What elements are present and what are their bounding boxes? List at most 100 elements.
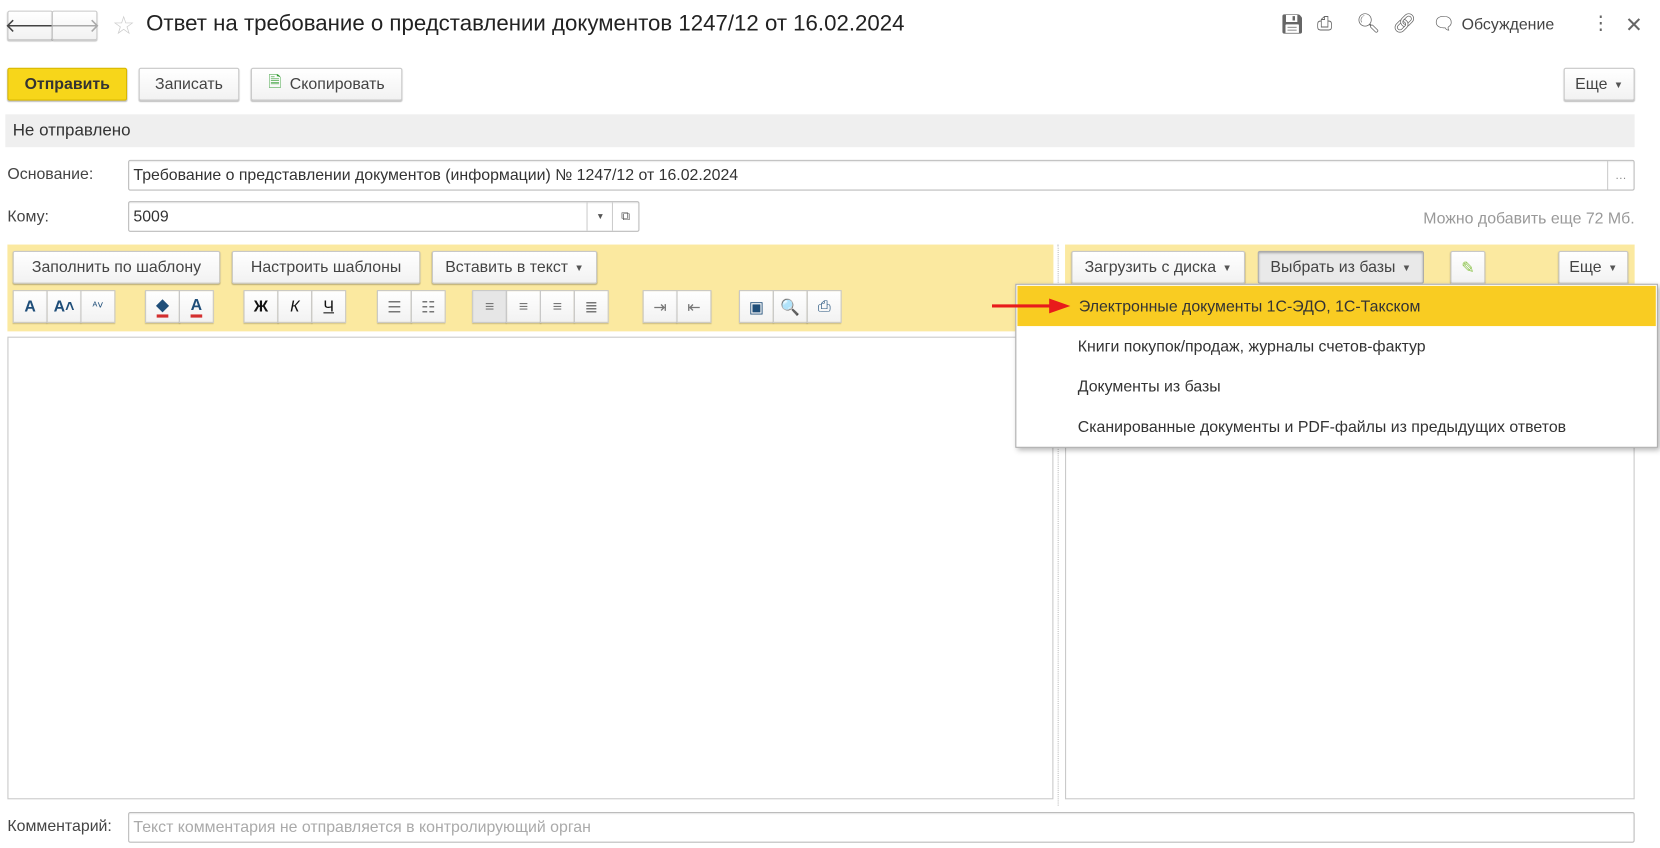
- indent-increase-icon: ⇥: [653, 298, 667, 317]
- comment-field[interactable]: Текст комментария не отправляется в конт…: [128, 812, 1635, 843]
- text-color-button[interactable]: A: [178, 290, 214, 323]
- dropdown-button[interactable]: ▼: [586, 202, 613, 231]
- format-group: ◆ A: [145, 290, 214, 323]
- red-arrow-annotation: [992, 298, 1071, 314]
- menu-item[interactable]: Документы из базы: [1016, 366, 1657, 406]
- indent-decrease-button[interactable]: ⇤: [676, 290, 712, 323]
- comment-placeholder: Текст комментария не отправляется в конт…: [133, 818, 591, 837]
- align-justify-icon: ≣: [584, 298, 598, 317]
- edit-button[interactable]: ✎: [1450, 250, 1486, 284]
- comment-label: Комментарий:: [7, 817, 112, 836]
- caret-down-icon: ▼: [1401, 262, 1412, 273]
- print-icon: ⎙: [817, 297, 831, 316]
- font-button[interactable]: A: [12, 290, 48, 323]
- setup-templates-button[interactable]: Настроить шаблоны: [231, 250, 421, 284]
- font-decrease-button[interactable]: ᴬ˅: [80, 290, 116, 323]
- discussion-button[interactable]: 🗨︎ Обсуждение: [1432, 14, 1554, 35]
- choose-from-base-menu: Электронные документы 1С-ЭДО, 1С-Такском…: [1015, 283, 1658, 448]
- close-icon[interactable]: ✕: [1625, 12, 1643, 38]
- discussion-icon: 🗨︎: [1432, 13, 1456, 34]
- caret-down-icon: ▼: [574, 262, 584, 273]
- more-icon[interactable]: ⋮: [1591, 13, 1610, 35]
- font-increase-button[interactable]: A˄: [46, 290, 82, 323]
- save-icon[interactable]: 💾︎: [1280, 14, 1304, 36]
- to-value: 5009: [133, 207, 169, 226]
- insert-text-label: Вставить в текст: [445, 258, 569, 277]
- indent-decrease-icon: ⇤: [687, 298, 701, 317]
- link-icon[interactable]: 🔗︎: [1392, 13, 1416, 35]
- send-button[interactable]: Отправить: [7, 67, 128, 101]
- menu-item[interactable]: Книги покупок/продаж, журналы счетов-фак…: [1016, 326, 1657, 366]
- font-icon: A: [24, 297, 36, 316]
- print-button[interactable]: ⎙: [806, 290, 842, 323]
- bullet-list-icon: ☰: [387, 298, 402, 317]
- upload-label: Загрузить с диска: [1084, 258, 1217, 277]
- menu-item[interactable]: Сканированные документы и PDF-файлы из п…: [1016, 407, 1657, 447]
- status-text: Не отправлено: [12, 121, 131, 140]
- indent-increase-button[interactable]: ⇥: [642, 290, 678, 323]
- print-icon[interactable]: ⎙: [1317, 13, 1332, 35]
- text-color-icon: A: [190, 296, 203, 318]
- status-bar: Не отправлено: [5, 114, 1635, 148]
- underline-icon: Ч: [323, 297, 335, 316]
- attachments-more-label: Еще: [1569, 258, 1602, 277]
- more-button[interactable]: Еще ▼: [1563, 67, 1635, 101]
- bold-icon: Ж: [253, 297, 269, 316]
- insert-text-button[interactable]: Вставить в текст ▼: [431, 250, 598, 284]
- choose-from-base-button[interactable]: Выбрать из базы ▼: [1257, 250, 1424, 284]
- italic-button[interactable]: К: [277, 290, 313, 323]
- copy-label: Скопировать: [289, 75, 385, 94]
- bullet-list-button[interactable]: ☰: [376, 290, 412, 323]
- fill-template-button[interactable]: Заполнить по шаблону: [12, 250, 221, 284]
- choose-label: Выбрать из базы: [1270, 258, 1396, 277]
- back-button[interactable]: 🡐: [4, 10, 56, 41]
- basis-field[interactable]: Требование о представлении документов (и…: [128, 159, 1635, 191]
- copy-button[interactable]: 🗎 Скопировать: [250, 67, 403, 101]
- caret-down-icon: ▼: [1613, 78, 1624, 90]
- align-right-icon: ≡: [552, 297, 563, 316]
- fill-color-button[interactable]: ◆: [145, 290, 180, 323]
- font-increase-icon: A˄: [53, 297, 75, 316]
- upload-button[interactable]: Загрузить с диска ▼: [1071, 250, 1246, 284]
- caret-down-icon: ▼: [1222, 262, 1232, 273]
- font-decrease-icon: ᴬ˅: [92, 300, 104, 313]
- star-icon[interactable]: ☆: [112, 11, 135, 42]
- align-right-button[interactable]: ≡: [539, 290, 575, 323]
- write-button[interactable]: Записать: [138, 67, 240, 101]
- page-title: Ответ на требование о представлении доку…: [146, 11, 905, 36]
- pencil-icon: ✎: [1461, 258, 1475, 277]
- basis-label: Основание:: [7, 165, 94, 184]
- bold-button[interactable]: Ж: [243, 290, 279, 323]
- back-icon: 🡐: [4, 14, 56, 36]
- format-group: ≡ ≡ ≡ ≣: [472, 290, 609, 323]
- caret-down-icon: ▼: [1607, 262, 1618, 273]
- format-group: ☰ ☷: [376, 290, 446, 323]
- format-group: ▣ 🔍 ⎙: [738, 290, 842, 323]
- align-left-icon: ≡: [485, 297, 495, 316]
- align-center-button[interactable]: ≡: [506, 290, 541, 323]
- more-label: Еще: [1575, 75, 1608, 94]
- format-group: ⇥ ⇤: [642, 290, 712, 323]
- align-justify-button[interactable]: ≣: [573, 290, 609, 323]
- preview-button[interactable]: 🔍: [772, 290, 808, 323]
- underline-button[interactable]: Ч: [311, 290, 347, 323]
- forward-button[interactable]: 🡒: [49, 10, 101, 41]
- open-icon[interactable]: ⧉: [611, 202, 638, 231]
- fill-color-icon: ◆: [156, 295, 169, 318]
- save-button[interactable]: ▣: [738, 290, 774, 323]
- discussion-label: Обсуждение: [1461, 15, 1555, 34]
- attachments-more-button[interactable]: Еще ▼: [1558, 250, 1629, 284]
- align-left-button[interactable]: ≡: [472, 290, 508, 323]
- copy-icon: 🗎: [268, 73, 282, 92]
- format-group: ЖКЧ: [243, 290, 347, 323]
- to-field[interactable]: 5009 ▼ ⧉: [128, 201, 640, 232]
- forward-icon: 🡒: [49, 14, 101, 36]
- select-button[interactable]: …: [1607, 160, 1633, 190]
- italic-icon: К: [290, 297, 300, 316]
- text-editor[interactable]: [7, 336, 1054, 800]
- preview-icon[interactable]: 🔍︎: [1356, 13, 1380, 35]
- preview-icon: 🔍: [780, 298, 801, 317]
- menu-item[interactable]: Электронные документы 1С-ЭДО, 1С-Такском: [1017, 285, 1656, 327]
- size-hint: Можно добавить еще 72 Мб.: [1423, 209, 1635, 228]
- numbered-list-button[interactable]: ☷: [410, 290, 446, 323]
